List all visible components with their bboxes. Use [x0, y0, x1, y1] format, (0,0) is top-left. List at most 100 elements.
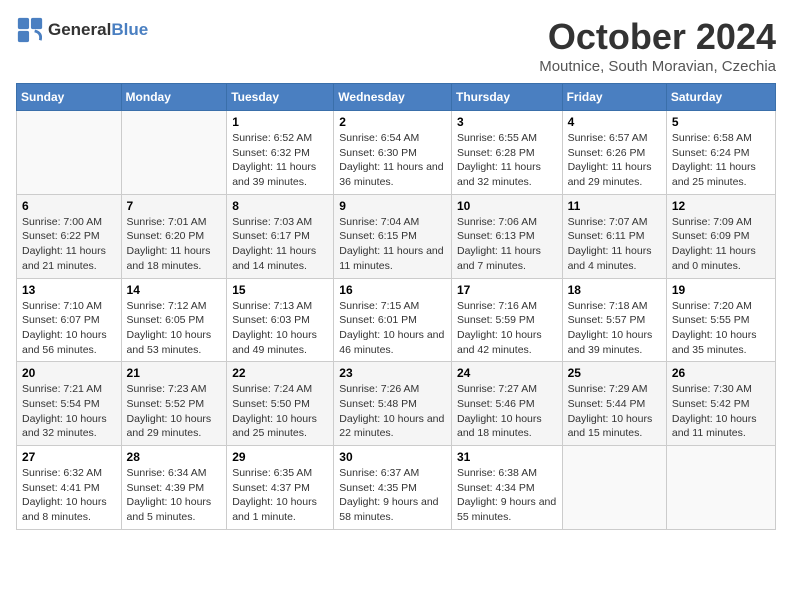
calendar-day-cell: 5Sunrise: 6:58 AMSunset: 6:24 PMDaylight…	[666, 111, 775, 195]
day-info: Sunrise: 7:23 AMSunset: 5:52 PMDaylight:…	[127, 382, 222, 441]
day-number: 26	[672, 366, 770, 380]
calendar-day-cell	[562, 446, 666, 530]
day-info: Sunrise: 7:06 AMSunset: 6:13 PMDaylight:…	[457, 215, 557, 274]
calendar-week-row: 13 Sunrise: 7:10 AMSunset: 6:07 PMDayligh…	[17, 278, 776, 362]
day-of-week-header: Thursday	[451, 84, 562, 111]
title-block: October 2024 Moutnice, South Moravian, C…	[539, 16, 776, 75]
day-info: Sunrise: 7:30 AMSunset: 5:42 PMDaylight:…	[672, 382, 770, 441]
day-number: 24	[457, 366, 557, 380]
day-info: Sunrise: 7:18 AMSunset: 5:57 PMDaylight:…	[568, 299, 661, 358]
day-info: Sunrise: 7:10 AMSunset: 6:07 PMDaylight:…	[22, 299, 116, 358]
day-number: 12	[672, 199, 770, 213]
day-info: Sunrise: 6:52 AMSunset: 6:32 PMDaylight:…	[232, 131, 328, 190]
calendar-day-cell: 15 Sunrise: 7:13 AMSunset: 6:03 PMDayligh…	[227, 278, 334, 362]
location: Moutnice, South Moravian, Czechia	[539, 58, 776, 75]
calendar-day-cell: 8Sunrise: 7:03 AMSunset: 6:17 PMDaylight…	[227, 194, 334, 278]
day-number: 23	[339, 366, 446, 380]
day-number: 28	[127, 450, 222, 464]
calendar-day-cell: 1Sunrise: 6:52 AMSunset: 6:32 PMDaylight…	[227, 111, 334, 195]
calendar-day-cell: 3Sunrise: 6:55 AMSunset: 6:28 PMDaylight…	[451, 111, 562, 195]
day-info: Sunrise: 6:38 AMSunset: 4:34 PMDaylight:…	[457, 466, 557, 525]
day-number: 31	[457, 450, 557, 464]
day-of-week-header: Tuesday	[227, 84, 334, 111]
calendar-day-cell: 22Sunrise: 7:24 AMSunset: 5:50 PMDayligh…	[227, 362, 334, 446]
day-info: Sunrise: 6:37 AMSunset: 4:35 PMDaylight:…	[339, 466, 446, 525]
calendar-day-cell: 13 Sunrise: 7:10 AMSunset: 6:07 PMDayligh…	[17, 278, 122, 362]
day-number: 10	[457, 199, 557, 213]
day-number: 17	[457, 283, 557, 297]
calendar-day-cell: 14 Sunrise: 7:12 AMSunset: 6:05 PMDayligh…	[121, 278, 227, 362]
day-info: Sunrise: 6:32 AMSunset: 4:41 PMDaylight:…	[22, 466, 116, 525]
calendar-day-cell: 7Sunrise: 7:01 AMSunset: 6:20 PMDaylight…	[121, 194, 227, 278]
day-info: Sunrise: 7:20 AMSunset: 5:55 PMDaylight:…	[672, 299, 770, 358]
header-row: SundayMondayTuesdayWednesdayThursdayFrid…	[17, 84, 776, 111]
calendar-day-cell: 11 Sunrise: 7:07 AMSunset: 6:11 PMDayligh…	[562, 194, 666, 278]
calendar-day-cell	[121, 111, 227, 195]
page-header: GeneralBlue October 2024 Moutnice, South…	[16, 16, 776, 75]
calendar-day-cell: 28 Sunrise: 6:34 AMSunset: 4:39 PMDayligh…	[121, 446, 227, 530]
calendar-day-cell: 6Sunrise: 7:00 AMSunset: 6:22 PMDaylight…	[17, 194, 122, 278]
day-of-week-header: Wednesday	[334, 84, 452, 111]
day-of-week-header: Monday	[121, 84, 227, 111]
day-info: Sunrise: 7:04 AMSunset: 6:15 PMDaylight:…	[339, 215, 446, 274]
day-number: 15	[232, 283, 328, 297]
day-number: 22	[232, 366, 328, 380]
day-number: 9	[339, 199, 446, 213]
day-number: 4	[568, 115, 661, 129]
day-number: 13	[22, 283, 116, 297]
day-number: 16	[339, 283, 446, 297]
calendar-day-cell	[666, 446, 775, 530]
calendar-day-cell: 12 Sunrise: 7:09 AMSunset: 6:09 PMDayligh…	[666, 194, 775, 278]
day-info: Sunrise: 7:15 AMSunset: 6:01 PMDaylight:…	[339, 299, 446, 358]
day-info: Sunrise: 7:29 AMSunset: 5:44 PMDaylight:…	[568, 382, 661, 441]
day-number: 20	[22, 366, 116, 380]
day-number: 29	[232, 450, 328, 464]
day-number: 21	[127, 366, 222, 380]
month-title: October 2024	[539, 16, 776, 58]
calendar-day-cell: 30 Sunrise: 6:37 AMSunset: 4:35 PMDayligh…	[334, 446, 452, 530]
day-info: Sunrise: 7:07 AMSunset: 6:11 PMDaylight:…	[568, 215, 661, 274]
logo: GeneralBlue	[16, 16, 148, 44]
day-info: Sunrise: 7:01 AMSunset: 6:20 PMDaylight:…	[127, 215, 222, 274]
day-info: Sunrise: 6:35 AMSunset: 4:37 PMDaylight:…	[232, 466, 328, 525]
day-number: 27	[22, 450, 116, 464]
day-info: Sunrise: 6:34 AMSunset: 4:39 PMDaylight:…	[127, 466, 222, 525]
day-info: Sunrise: 7:21 AMSunset: 5:54 PMDaylight:…	[22, 382, 116, 441]
day-info: Sunrise: 7:09 AMSunset: 6:09 PMDaylight:…	[672, 215, 770, 274]
day-number: 14	[127, 283, 222, 297]
calendar-day-cell: 27 Sunrise: 6:32 AMSunset: 4:41 PMDayligh…	[17, 446, 122, 530]
calendar-day-cell: 16 Sunrise: 7:15 AMSunset: 6:01 PMDayligh…	[334, 278, 452, 362]
day-number: 3	[457, 115, 557, 129]
calendar-week-row: 20 Sunrise: 7:21 AMSunset: 5:54 PMDayligh…	[17, 362, 776, 446]
calendar-table: SundayMondayTuesdayWednesdayThursdayFrid…	[16, 83, 776, 530]
calendar-day-cell: 18Sunrise: 7:18 AMSunset: 5:57 PMDayligh…	[562, 278, 666, 362]
logo-icon	[16, 16, 44, 44]
day-number: 19	[672, 283, 770, 297]
calendar-day-cell: 4Sunrise: 6:57 AMSunset: 6:26 PMDaylight…	[562, 111, 666, 195]
day-of-week-header: Sunday	[17, 84, 122, 111]
calendar-day-cell: 21 Sunrise: 7:23 AMSunset: 5:52 PMDayligh…	[121, 362, 227, 446]
day-info: Sunrise: 7:26 AMSunset: 5:48 PMDaylight:…	[339, 382, 446, 441]
day-info: Sunrise: 7:13 AMSunset: 6:03 PMDaylight:…	[232, 299, 328, 358]
day-info: Sunrise: 6:54 AMSunset: 6:30 PMDaylight:…	[339, 131, 446, 190]
calendar-day-cell: 2 Sunrise: 6:54 AMSunset: 6:30 PMDaylight…	[334, 111, 452, 195]
day-info: Sunrise: 7:27 AMSunset: 5:46 PMDaylight:…	[457, 382, 557, 441]
calendar-day-cell: 17 Sunrise: 7:16 AMSunset: 5:59 PMDayligh…	[451, 278, 562, 362]
day-number: 11	[568, 199, 661, 213]
calendar-day-cell: 10 Sunrise: 7:06 AMSunset: 6:13 PMDayligh…	[451, 194, 562, 278]
day-info: Sunrise: 7:12 AMSunset: 6:05 PMDaylight:…	[127, 299, 222, 358]
calendar-day-cell: 31 Sunrise: 6:38 AMSunset: 4:34 PMDayligh…	[451, 446, 562, 530]
calendar-day-cell: 25 Sunrise: 7:29 AMSunset: 5:44 PMDayligh…	[562, 362, 666, 446]
day-number: 25	[568, 366, 661, 380]
day-of-week-header: Friday	[562, 84, 666, 111]
day-info: Sunrise: 7:00 AMSunset: 6:22 PMDaylight:…	[22, 215, 116, 274]
day-of-week-header: Saturday	[666, 84, 775, 111]
calendar-day-cell: 26 Sunrise: 7:30 AMSunset: 5:42 PMDayligh…	[666, 362, 775, 446]
day-number: 30	[339, 450, 446, 464]
day-info: Sunrise: 7:16 AMSunset: 5:59 PMDaylight:…	[457, 299, 557, 358]
calendar-day-cell: 24 Sunrise: 7:27 AMSunset: 5:46 PMDayligh…	[451, 362, 562, 446]
calendar-day-cell: 9 Sunrise: 7:04 AMSunset: 6:15 PMDaylight…	[334, 194, 452, 278]
day-number: 2	[339, 115, 446, 129]
day-info: Sunrise: 6:58 AMSunset: 6:24 PMDaylight:…	[672, 131, 770, 190]
day-number: 8	[232, 199, 328, 213]
